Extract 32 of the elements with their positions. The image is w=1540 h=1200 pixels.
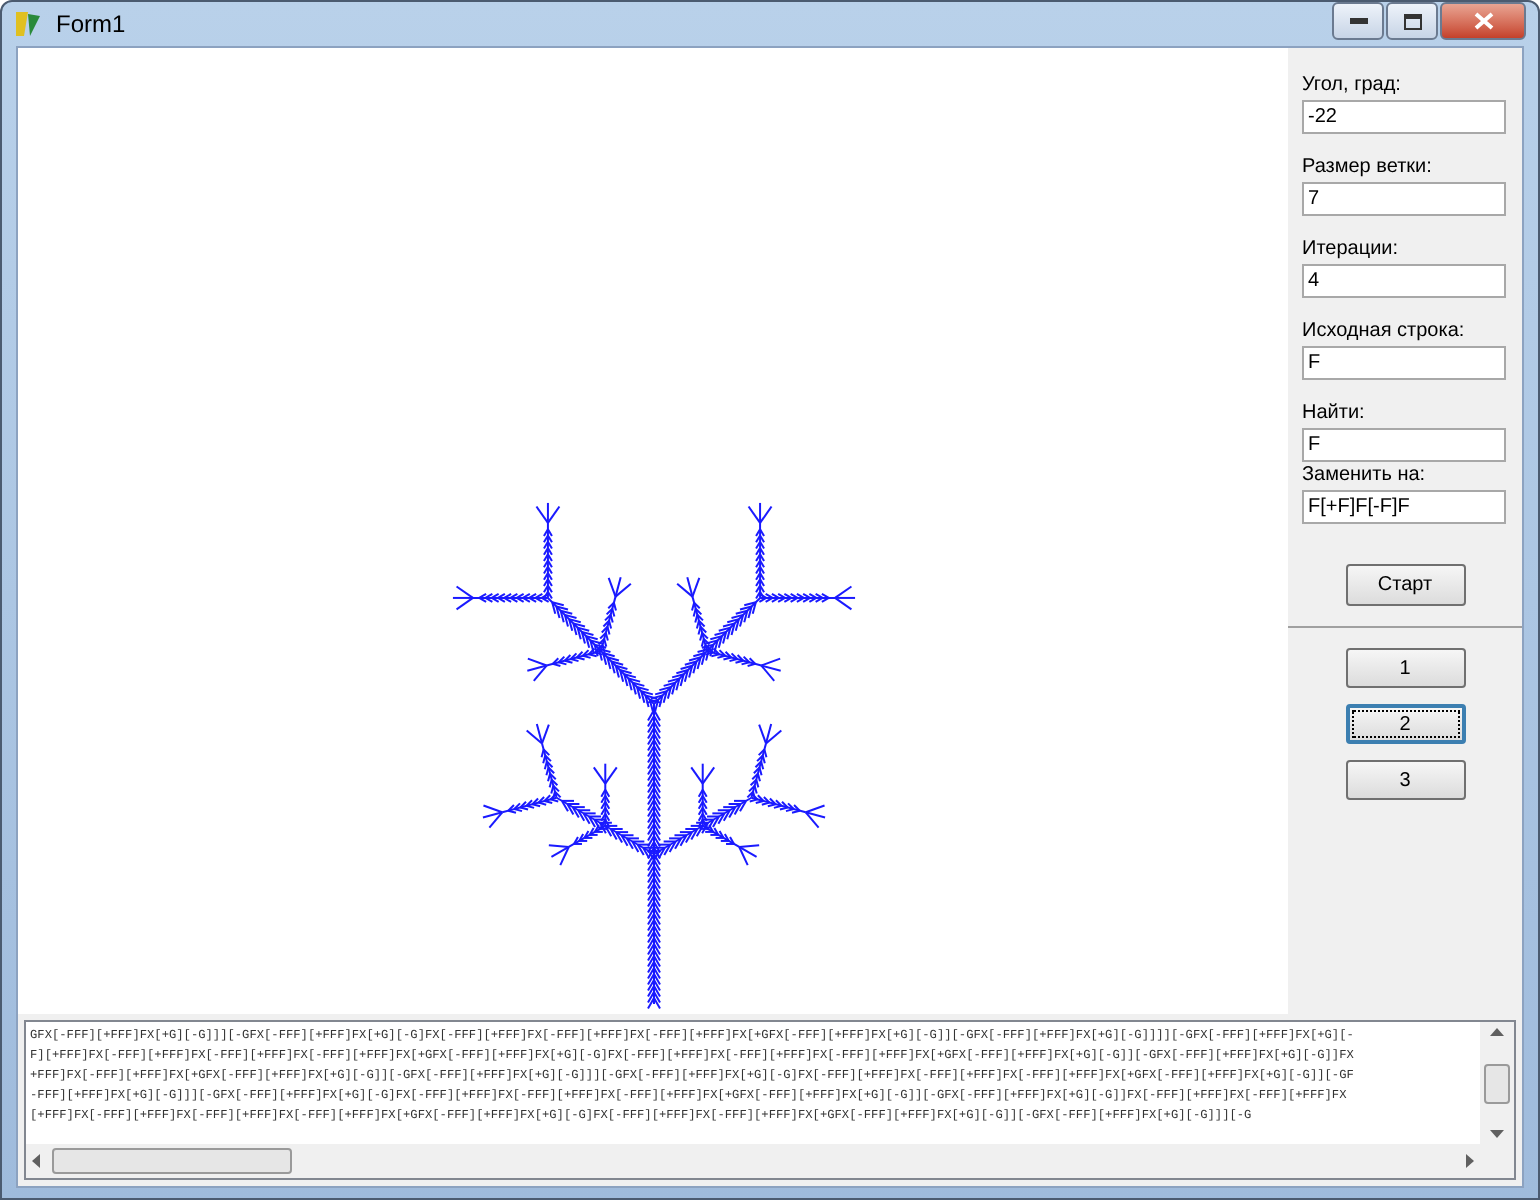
maximize-icon xyxy=(1403,13,1421,29)
input-field[interactable]: F[+F]F[-F]F xyxy=(1302,490,1506,524)
input-field[interactable]: F xyxy=(1302,346,1506,380)
input-field[interactable]: 4 xyxy=(1302,264,1506,298)
close-button[interactable] xyxy=(1440,2,1526,40)
number-button[interactable]: 3 xyxy=(1345,760,1465,800)
right-arrow-icon xyxy=(1466,1154,1474,1168)
input-field[interactable]: -22 xyxy=(1302,100,1506,134)
minimize-icon xyxy=(1349,18,1367,24)
input-field[interactable]: 7 xyxy=(1302,182,1506,216)
field-label: Итерации: xyxy=(1302,236,1401,262)
scroll-thumb[interactable] xyxy=(52,1148,292,1174)
start-button[interactable]: Старт xyxy=(1345,564,1465,606)
app-icon xyxy=(12,8,44,40)
window-title: Form1 xyxy=(56,8,126,42)
vertical-scrollbar[interactable] xyxy=(1480,1022,1514,1144)
field-label: Размер ветки: xyxy=(1302,154,1434,180)
close-icon xyxy=(1473,12,1493,30)
down-arrow-icon xyxy=(1490,1130,1504,1138)
maximize-button[interactable] xyxy=(1386,2,1438,40)
input-field[interactable]: F xyxy=(1302,428,1506,462)
field-label: Исходная строка: xyxy=(1302,318,1467,344)
horizontal-scrollbar[interactable] xyxy=(26,1144,1480,1178)
left-arrow-icon xyxy=(32,1154,40,1168)
field-label: Угол, град: xyxy=(1302,72,1403,98)
field-label: Заменить на: xyxy=(1302,462,1428,488)
number-button[interactable]: 2 xyxy=(1345,704,1465,744)
minimize-button[interactable] xyxy=(1332,2,1384,40)
scroll-thumb[interactable] xyxy=(1484,1063,1510,1103)
field-label: Найти: xyxy=(1302,400,1367,426)
number-button[interactable]: 1 xyxy=(1345,648,1465,688)
up-arrow-icon xyxy=(1490,1028,1504,1036)
